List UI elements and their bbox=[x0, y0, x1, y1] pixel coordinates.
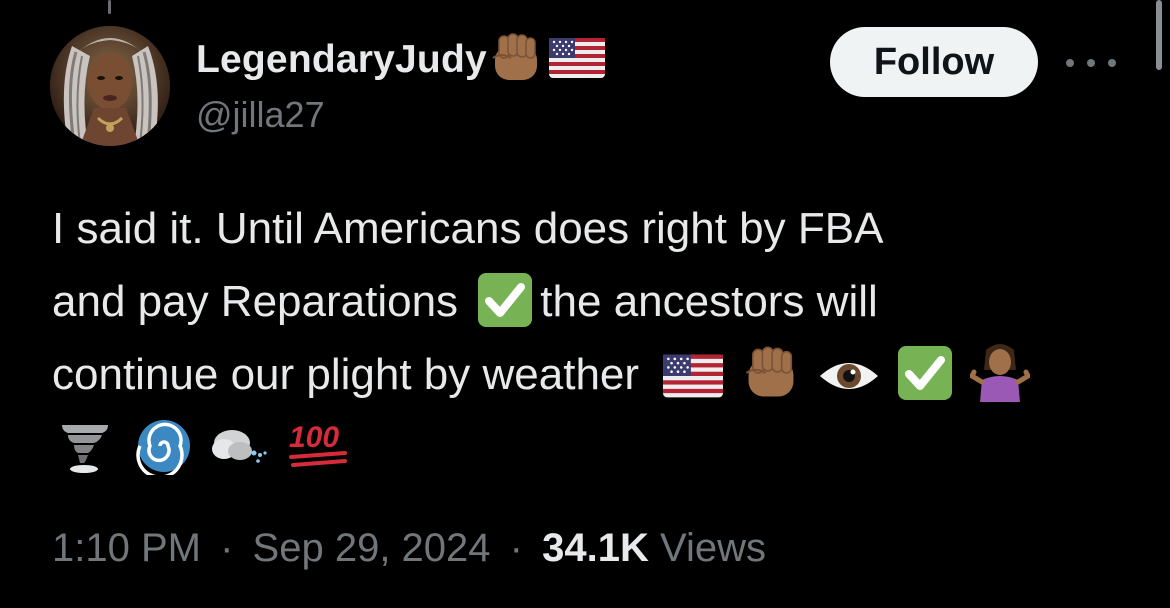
tweet-line-3-text: continue our plight by weather bbox=[52, 350, 640, 399]
views-count[interactable]: 34.1K bbox=[542, 526, 649, 570]
cyclone-icon bbox=[134, 414, 194, 487]
tweet-line-3: continue our plight by weather bbox=[52, 338, 1142, 411]
tweet-line-2-text-a: and pay Reparations bbox=[52, 277, 459, 326]
us-flag-icon bbox=[548, 37, 605, 83]
scroll-indicator bbox=[108, 0, 111, 14]
separator: · bbox=[220, 526, 234, 570]
follow-button[interactable]: Follow bbox=[830, 27, 1038, 97]
tweet-text: I said it. Until Americans does right by… bbox=[52, 192, 1142, 484]
avatar[interactable] bbox=[50, 26, 170, 146]
check-mark-button-icon bbox=[896, 341, 954, 414]
tweet-line-4: 100 bbox=[52, 411, 1142, 484]
views-label[interactable]: Views bbox=[660, 526, 766, 570]
raised-fist-medium-dark-icon bbox=[487, 32, 545, 89]
tweet-date[interactable]: Sep 29, 2024 bbox=[253, 526, 491, 570]
separator: · bbox=[509, 526, 523, 570]
eye-icon bbox=[818, 341, 880, 414]
avatar-image bbox=[50, 26, 170, 146]
tweet-line-2-text-b: the ancestors will bbox=[540, 277, 878, 326]
user-handle[interactable]: @jilla27 bbox=[196, 94, 325, 136]
display-name[interactable]: LegendaryJudy bbox=[196, 38, 487, 82]
wind-face-icon bbox=[210, 414, 272, 487]
tornado-icon bbox=[56, 414, 114, 487]
user-name-row[interactable]: LegendaryJudy bbox=[196, 32, 605, 89]
svg-text:100: 100 bbox=[289, 421, 339, 454]
more-options-button[interactable] bbox=[1066, 50, 1116, 76]
tweet-time[interactable]: 1:10 PM bbox=[52, 526, 201, 570]
raised-fist-medium-dark-icon bbox=[740, 341, 802, 414]
scrollbar[interactable] bbox=[1156, 0, 1162, 70]
tweet-meta: 1:10 PM · Sep 29, 2024 · 34.1K Views bbox=[52, 526, 766, 571]
more-horizontal-icon bbox=[1066, 59, 1074, 67]
check-mark-button-icon bbox=[476, 268, 534, 341]
hundred-points-icon: 100 bbox=[287, 414, 351, 487]
person-shrugging-icon bbox=[968, 341, 1032, 414]
tweet-line-2: and pay Reparations the ancestors will bbox=[52, 265, 1142, 338]
us-flag-icon bbox=[663, 341, 724, 414]
tweet-line-1: I said it. Until Americans does right by… bbox=[52, 204, 884, 253]
